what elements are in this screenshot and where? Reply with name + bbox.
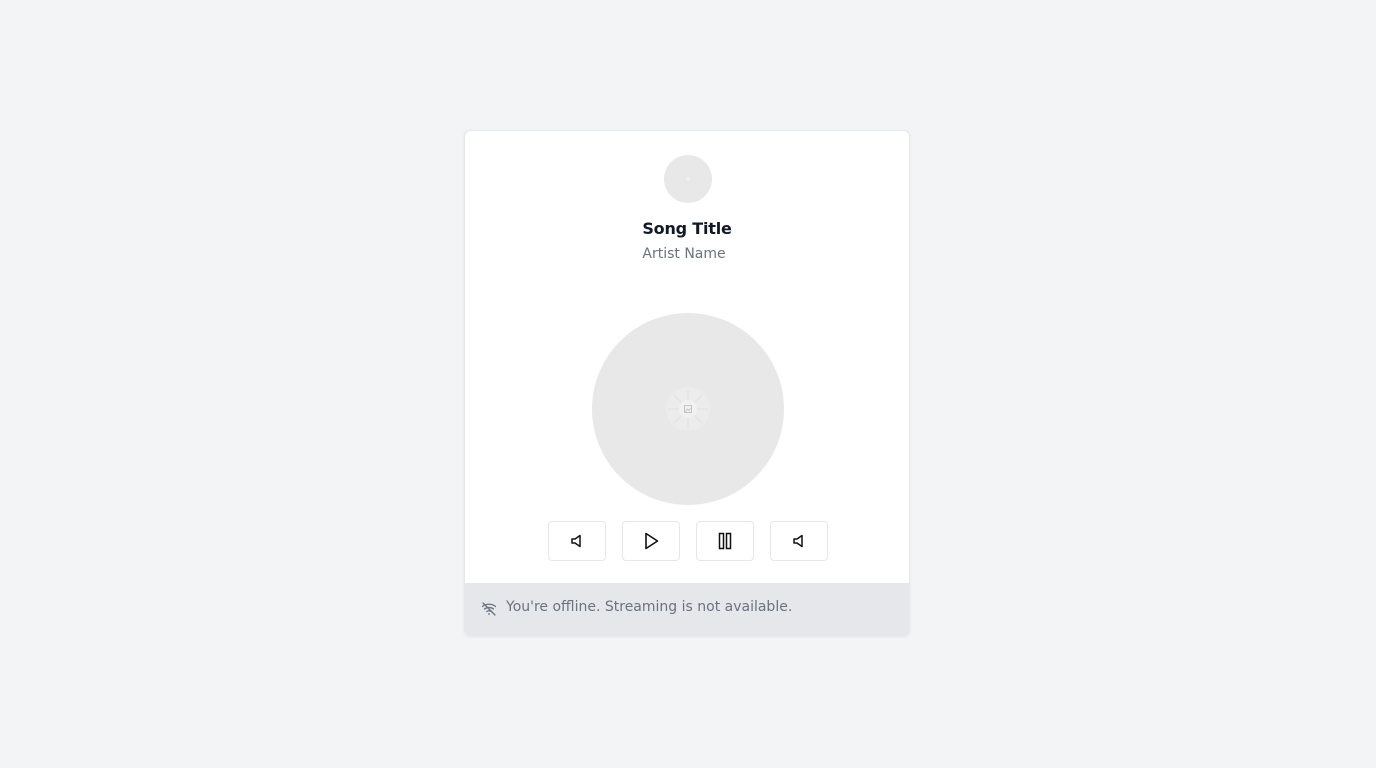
speaker-icon: [793, 534, 803, 548]
pause-icon: [718, 532, 732, 550]
offline-message: You're offline. Streaming is not availab…: [506, 599, 793, 615]
disc-center: [666, 387, 710, 431]
speaker-icon: [571, 534, 581, 548]
album-disc: [592, 313, 784, 505]
artist-name: Artist Name: [642, 246, 726, 262]
album-art-placeholder-icon: [686, 177, 690, 181]
pause-button[interactable]: [696, 521, 754, 561]
music-player-card: Song Title Artist Name You're offline. S…: [464, 130, 910, 636]
image-placeholder-icon: [668, 389, 708, 429]
next-button[interactable]: [770, 521, 828, 561]
song-title: Song Title: [642, 219, 732, 238]
wifi-off-icon: [481, 602, 497, 616]
offline-status-bar: You're offline. Streaming is not availab…: [465, 583, 909, 635]
play-icon: [645, 532, 659, 550]
play-button[interactable]: [622, 521, 680, 561]
previous-button[interactable]: [548, 521, 606, 561]
album-art-thumbnail: [664, 155, 712, 203]
playback-controls: [548, 521, 828, 561]
